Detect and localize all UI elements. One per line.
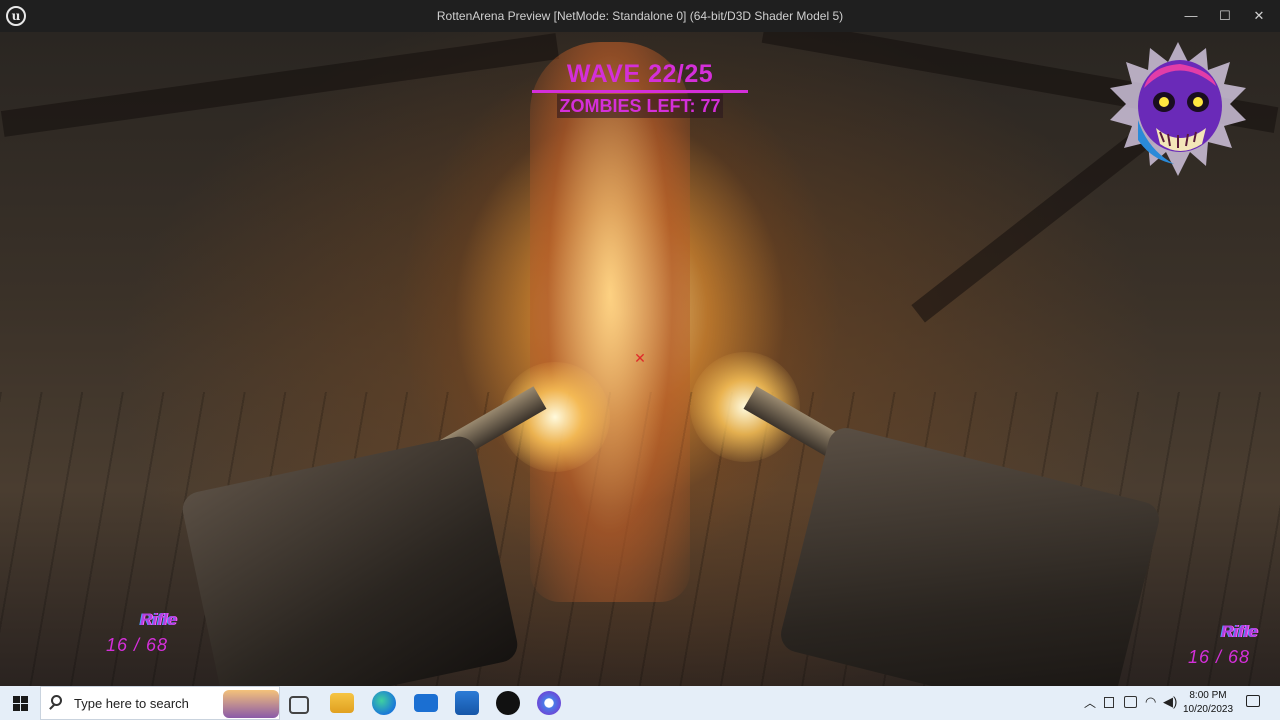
taskbar-search-box[interactable]: Type here to search [40,686,280,720]
close-button[interactable]: ✕ [1242,0,1276,32]
search-highlight-icon [223,690,279,718]
burning-zombie [530,42,690,602]
meet-icon[interactable] [1124,696,1137,708]
start-button[interactable] [0,686,40,720]
file-explorer-icon[interactable] [330,693,354,713]
mail-icon[interactable] [414,694,438,712]
right-weapon-name: Rifle [1221,622,1258,641]
store-icon[interactable] [455,691,479,715]
left-weapon-name: Rifle [140,610,177,629]
task-view-icon[interactable] [289,696,309,714]
wave-counter: WAVE 22/25 [566,60,714,88]
unreal-engine-icon[interactable] [496,691,520,715]
chrome-icon[interactable] [537,691,561,715]
edge-icon[interactable] [372,691,396,715]
search-icon [51,695,62,706]
network-icon[interactable]: ◠ [1145,694,1156,720]
left-ammo-counter: 16 / 68 [106,635,169,655]
minimize-button[interactable]: — [1174,0,1208,32]
ceiling-beam [0,33,560,137]
chevron-up-icon[interactable]: ︿ [1084,694,1096,720]
clock-date: 10/20/2023 [1182,704,1234,715]
window-titlebar: u RottenArena Preview [NetMode: Standalo… [0,0,1280,32]
window-title: RottenArena Preview [NetMode: Standalone… [436,9,844,23]
notification-icon[interactable] [1246,695,1260,707]
windows-taskbar: Type here to search ︿ ◠ ◀) 8:00 PM 10/20… [0,686,1280,720]
right-ammo-counter: 16 / 68 [1188,647,1251,667]
maximize-button[interactable]: ☐ [1208,0,1242,32]
device-icon[interactable] [1104,697,1114,708]
wave-underline [532,90,748,93]
zombies-left-counter: ZOMBIES LEFT: 77 [557,94,723,118]
search-placeholder: Type here to search [74,696,189,711]
system-clock[interactable]: 8:00 PM 10/20/2023 [1176,689,1240,717]
zombie-skull-logo-icon [1110,42,1246,176]
crosshair-icon: ✕ [634,350,646,366]
windows-logo-icon [13,696,20,703]
clock-time: 8:00 PM [1189,690,1227,701]
